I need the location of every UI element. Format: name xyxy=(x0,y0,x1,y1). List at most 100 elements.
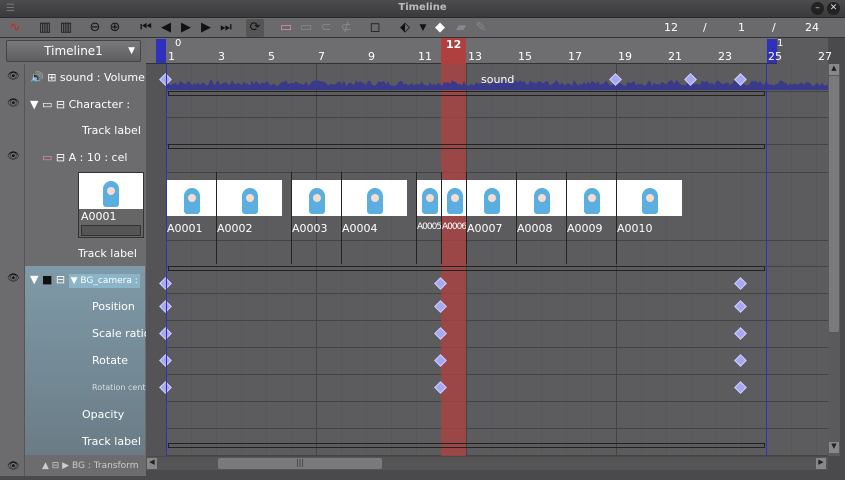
toolbar: ∿ ▥ ▥ ⊖ ⊕ ⏮ ◀ ▶ ▶ ⏭ ⟳ ▭ ▭ ⊂ ⊄ ◻ ⬖ ▼ ◆ ▰ … xyxy=(0,18,845,38)
vertical-scroll-thumb[interactable] xyxy=(829,76,839,332)
folder-icon: ▭ xyxy=(41,98,53,111)
cel-block[interactable]: A0009 xyxy=(566,172,617,264)
new-frame-display-icon[interactable]: ▥ xyxy=(57,19,75,37)
new-cel-icon[interactable]: ▭ xyxy=(277,19,295,37)
collapse-arrow-icon[interactable]: ▼ xyxy=(30,273,38,286)
cel-block[interactable]: A0002 xyxy=(216,172,291,264)
frame-zero-column xyxy=(146,64,166,456)
ruler-tick-label: 15 xyxy=(518,50,532,63)
waveform-label: sound xyxy=(481,73,515,86)
camera-keyframe-icon[interactable]: ⬖ xyxy=(396,19,414,37)
cel-thumbnail xyxy=(217,180,282,216)
character-range-bar[interactable] xyxy=(168,91,765,96)
scroll-down-icon[interactable]: ▼ xyxy=(829,442,839,453)
cel-preview-name: A0001 xyxy=(81,210,117,223)
timeline-grid[interactable]: sound A0001 A0002 A0003 A0004 A0005 A0006 A000… xyxy=(146,64,828,456)
camera-range-bar-end[interactable] xyxy=(168,443,765,448)
frame-gridline xyxy=(791,64,792,456)
cel-block[interactable]: A0004 xyxy=(341,172,416,264)
track-camera[interactable]: ▼ ■ ⊟ ▼ BG_camera : xyxy=(30,266,151,293)
scroll-right-icon[interactable]: ▶ xyxy=(816,458,826,469)
onion-skin-icon[interactable]: ◻ xyxy=(366,19,384,37)
cel-block[interactable]: A0007 xyxy=(466,172,517,264)
cel-block[interactable]: A0006 xyxy=(441,172,467,264)
new-animation-icon[interactable]: ∿ xyxy=(6,19,24,37)
keyframe-marker[interactable] xyxy=(734,381,747,394)
first-frame-icon[interactable]: ⏮ xyxy=(137,19,155,37)
eye-icon[interactable]: 👁 xyxy=(7,71,20,82)
cel-block[interactable]: A0005 xyxy=(416,172,442,264)
track-character[interactable]: ▼ ▭ ⊟ Character : xyxy=(30,91,151,118)
last-frame-icon[interactable]: ⏭ xyxy=(217,19,235,37)
row-divider xyxy=(146,374,828,375)
keyframe-marker[interactable] xyxy=(734,300,747,313)
eye-icon[interactable]: 👁 xyxy=(7,273,20,284)
eye-icon[interactable]: 👁 xyxy=(7,461,20,472)
close-button[interactable]: ✕ xyxy=(827,2,840,15)
camera-range-bar[interactable] xyxy=(168,266,765,271)
interpolation-icon[interactable]: ▰ xyxy=(452,19,470,37)
play-icon[interactable]: ▶ xyxy=(177,19,195,37)
eye-icon[interactable]: 👁 xyxy=(7,98,20,109)
loop-icon[interactable]: ⟳ xyxy=(246,19,264,37)
cel-name: A0010 xyxy=(617,222,653,235)
minimize-button[interactable]: – xyxy=(811,2,824,15)
unlink-icon[interactable]: ⊄ xyxy=(337,19,355,37)
frame-display-icon[interactable]: ▥ xyxy=(36,19,54,37)
ruler-tick-label: 13 xyxy=(468,50,482,63)
cel-thumbnail xyxy=(79,173,143,209)
cel-block[interactable]: A0001 xyxy=(166,172,217,264)
zoom-in-icon[interactable]: ⊕ xyxy=(106,19,124,37)
keyframe-marker[interactable] xyxy=(734,354,747,367)
cel-thumbnail xyxy=(417,180,442,216)
ruler-tick-label: 9 xyxy=(368,50,375,63)
cel-block[interactable]: A0010 xyxy=(616,172,766,264)
property-rotation-center[interactable]: Rotation center xyxy=(92,374,146,401)
next-frame-icon[interactable]: ▶ xyxy=(197,19,215,37)
cel-name: A0004 xyxy=(342,222,378,235)
vertical-scrollbar[interactable]: ▲ ▼ xyxy=(828,64,840,456)
cel-thumbnail xyxy=(442,180,467,216)
current-frame: 12 xyxy=(664,21,678,34)
cel-thumbnail xyxy=(617,180,682,216)
collapse-icon[interactable]: ⊟ xyxy=(56,273,65,286)
edit-icon[interactable]: ✎ xyxy=(472,19,490,37)
cel-preview[interactable]: A0001 xyxy=(78,172,144,238)
ruler-tick-label: 19 xyxy=(618,50,632,63)
prev-frame-icon[interactable]: ◀ xyxy=(157,19,175,37)
cel-block[interactable]: A0003 xyxy=(291,172,342,264)
keyframe-marker[interactable] xyxy=(734,327,747,340)
scroll-up-icon[interactable]: ▲ xyxy=(829,64,839,75)
track-cel[interactable]: ▭ ⊟ A : 10 : cel xyxy=(42,144,163,171)
start-marker[interactable] xyxy=(156,39,166,63)
expand-icon[interactable]: ⊞ xyxy=(47,71,56,84)
cel-preview-scrollbar[interactable] xyxy=(81,225,141,236)
row-divider xyxy=(146,117,828,118)
zoom-out-icon[interactable]: ⊖ xyxy=(86,19,104,37)
frame-ruler[interactable]: 0 1 1 3 5 7 9 11 12 13 15 17 19 21 23 25 27 xyxy=(146,38,832,64)
cel-block[interactable]: A0008 xyxy=(516,172,567,264)
scroll-left-icon[interactable]: ◀ xyxy=(147,458,157,469)
horizontal-scrollbar[interactable]: ◀ ||| ▶ xyxy=(146,457,828,470)
horizontal-scroll-thumb[interactable]: ||| xyxy=(218,458,382,469)
collapse-icon[interactable]: ⊟ xyxy=(56,151,65,164)
new-cel-folder-icon[interactable]: ▭ xyxy=(297,19,315,37)
track-sound[interactable]: 🔊 ⊞ sound : Volume xyxy=(30,64,151,91)
timeline-select[interactable]: Timeline1 ▼ xyxy=(6,40,141,62)
cel-name: A0009 xyxy=(567,222,603,235)
collapse-arrow-icon[interactable]: ▼ xyxy=(30,98,38,111)
eye-icon[interactable]: 👁 xyxy=(7,151,20,162)
timeline-select-value: Timeline1 xyxy=(44,44,103,58)
end-line xyxy=(766,64,767,456)
keyframe-marker[interactable] xyxy=(734,277,747,290)
title-bar: ☰ Timeline – ✕ xyxy=(0,0,845,18)
start-frame: 1 xyxy=(738,21,745,34)
cel-range-bar[interactable] xyxy=(168,144,765,149)
cel-name: A0002 xyxy=(217,222,253,235)
collapse-icon[interactable]: ⊟ xyxy=(56,98,65,111)
keyframe-icon[interactable]: ◆ xyxy=(431,19,449,37)
cel-thumbnail xyxy=(167,180,217,216)
link-icon[interactable]: ⊂ xyxy=(317,19,335,37)
row-divider xyxy=(146,347,828,348)
dropdown-arrow-icon[interactable]: ▼ xyxy=(414,19,432,37)
